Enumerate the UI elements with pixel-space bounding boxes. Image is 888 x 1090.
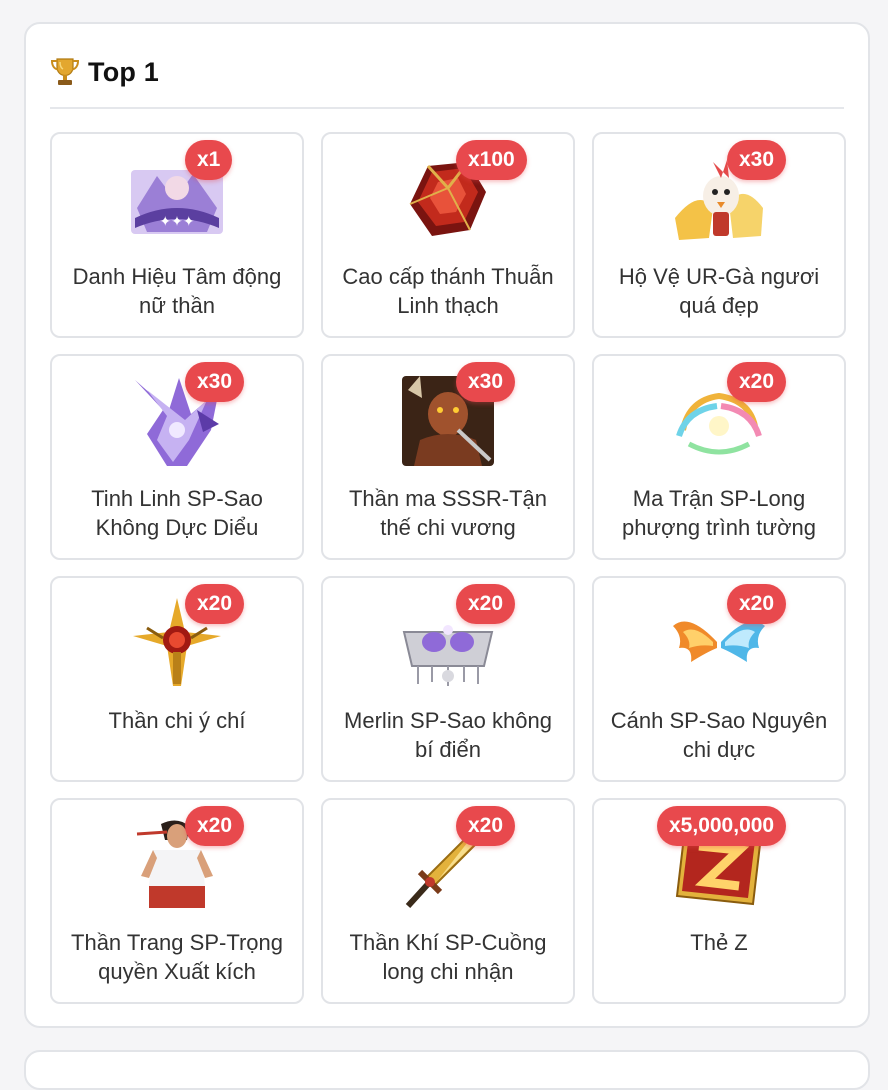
quantity-badge: x20	[456, 584, 516, 624]
reward-card: Top 1 ✦✦✦ x1 Danh Hiệu Tâm động nữ thần	[24, 22, 870, 1028]
quantity-badge: x5,000,000	[657, 806, 787, 846]
quantity-badge: x20	[727, 584, 787, 624]
trophy-icon	[50, 58, 80, 85]
quantity-badge: x1	[185, 140, 233, 180]
reward-item[interactable]: x20 Thần chi ý chí	[50, 576, 304, 782]
reward-item[interactable]: x30 Hộ Vệ UR-Gà ngươi quá đẹp	[592, 132, 846, 338]
next-section-card	[24, 1050, 870, 1090]
item-name: Tinh Linh SP-Sao Không Dực Diểu	[91, 486, 263, 540]
quantity-badge: x20	[185, 584, 245, 624]
quantity-badge: x30	[185, 362, 245, 402]
quantity-badge: x20	[727, 362, 787, 402]
item-name: Merlin SP-Sao không bí điển	[344, 708, 552, 762]
item-name: Ma Trận SP-Long phượng trình tường	[621, 486, 817, 540]
reward-item[interactable]: x30 Tinh Linh SP-Sao Không Dực Diểu	[50, 354, 304, 560]
item-name: Thần chi ý chí	[108, 708, 246, 733]
reward-item[interactable]: x20 Thần Trang SP-Trọng quyền Xuất kích	[50, 798, 304, 1004]
divider	[50, 107, 844, 109]
quantity-badge: x100	[456, 140, 527, 180]
item-name: Thẻ Z	[690, 930, 748, 955]
section-title: Top 1	[88, 56, 159, 87]
section-header: Top 1	[50, 54, 159, 90]
item-name: Thần Trang SP-Trọng quyền Xuất kích	[71, 930, 283, 984]
quantity-badge: x20	[456, 806, 516, 846]
item-name: Thần ma SSSR-Tận thế chi vương	[348, 486, 548, 540]
quantity-badge: x30	[727, 140, 787, 180]
item-name: Danh Hiệu Tâm động nữ thần	[72, 264, 282, 318]
item-name: Cánh SP-Sao Nguyên chi dực	[610, 708, 828, 762]
item-name: Cao cấp thánh Thuẫn Linh thạch	[342, 264, 554, 318]
item-name: Thần Khí SP-Cuồng long chi nhận	[349, 930, 547, 984]
reward-item[interactable]: ✦✦✦ x1 Danh Hiệu Tâm động nữ thần	[50, 132, 304, 338]
reward-item[interactable]: x20 Merlin SP-Sao không bí điển	[321, 576, 575, 782]
reward-item[interactable]: x5,000,000 Thẻ Z	[592, 798, 846, 1004]
reward-item[interactable]: x20 Thần Khí SP-Cuồng long chi nhận	[321, 798, 575, 1004]
quantity-badge: x20	[185, 806, 245, 846]
item-name: Hộ Vệ UR-Gà ngươi quá đẹp	[618, 264, 820, 318]
reward-item[interactable]: x100 Cao cấp thánh Thuẫn Linh thạch	[321, 132, 575, 338]
reward-item[interactable]: x20 Cánh SP-Sao Nguyên chi dực	[592, 576, 846, 782]
svg-text:✦✦✦: ✦✦✦	[159, 214, 194, 230]
reward-item[interactable]: x20 Ma Trận SP-Long phượng trình tường	[592, 354, 846, 560]
reward-grid: ✦✦✦ x1 Danh Hiệu Tâm động nữ thần x100 C…	[50, 132, 846, 1004]
reward-item[interactable]: x30 Thần ma SSSR-Tận thế chi vương	[321, 354, 575, 560]
quantity-badge: x30	[456, 362, 516, 402]
